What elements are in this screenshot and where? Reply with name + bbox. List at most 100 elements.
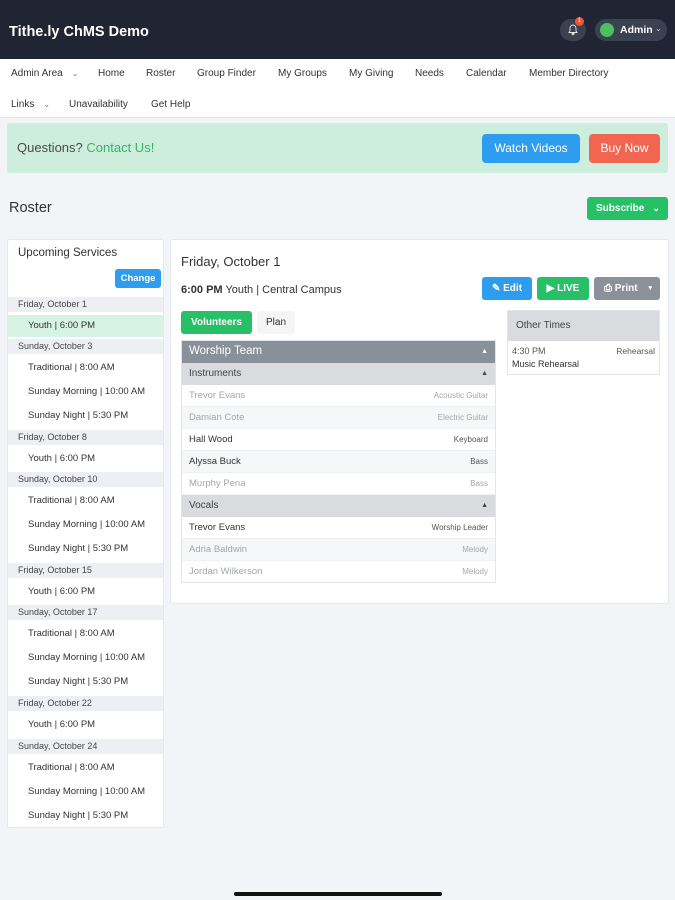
play-icon: ▶: [546, 283, 555, 294]
service-item[interactable]: Youth | 6:00 PM: [8, 714, 163, 736]
service-day-header: Friday, October 8: [8, 430, 163, 445]
caret-up-icon: ▲: [481, 370, 488, 377]
service-date: Friday, October 1: [181, 254, 281, 269]
live-button[interactable]: ▶ LIVE: [537, 277, 589, 300]
subscribe-label: Subscribe: [596, 203, 645, 214]
other-times-title: Other Times: [508, 311, 659, 341]
user-menu-button[interactable]: Admin ⌄: [595, 19, 667, 41]
printer-icon: ⎙: [604, 283, 612, 294]
nav-links[interactable]: Links ⌄: [11, 99, 50, 110]
service-item[interactable]: Sunday Night | 5:30 PM: [8, 671, 163, 693]
volunteer-name: Hall Wood: [189, 434, 233, 445]
service-time: 6:00 PM: [181, 284, 223, 296]
app-title[interactable]: Tithe.ly ChMS Demo: [9, 24, 149, 40]
volunteer-name: Murphy Pena: [189, 478, 246, 489]
service-detail-panel: Friday, October 1 6:00 PM Youth | Centra…: [170, 239, 669, 604]
group-header-vocals[interactable]: Vocals ▲: [181, 495, 496, 517]
watch-videos-button[interactable]: Watch Videos: [482, 134, 580, 163]
nav-calendar[interactable]: Calendar: [466, 68, 507, 79]
volunteer-row[interactable]: Jordan Wilkerson Melody: [181, 561, 496, 583]
caret-down-icon: ▾: [648, 285, 652, 292]
service-day-header: Sunday, October 3: [8, 339, 163, 354]
volunteer-name: Trevor Evans: [189, 390, 246, 401]
nav-my-giving[interactable]: My Giving: [349, 68, 393, 79]
service-item[interactable]: Sunday Morning | 10:00 AM: [8, 381, 163, 403]
volunteer-row[interactable]: Trevor Evans Acoustic Guitar: [181, 385, 496, 407]
nav-label: Admin Area: [11, 68, 63, 79]
group-name: Vocals: [189, 500, 219, 511]
caret-up-icon: ▲: [481, 502, 488, 509]
service-day-header: Sunday, October 24: [8, 739, 163, 754]
chevron-down-icon: ⌄: [43, 100, 51, 109]
services-title: Upcoming Services: [18, 247, 118, 259]
nav-get-help[interactable]: Get Help: [151, 99, 190, 110]
nav-needs[interactable]: Needs: [415, 68, 444, 79]
nav-admin-area[interactable]: Admin Area ⌄: [11, 68, 78, 79]
volunteer-role: Keyboard: [453, 435, 488, 444]
contact-us-link[interactable]: Contact Us!: [86, 140, 154, 155]
nav-group-finder[interactable]: Group Finder: [197, 68, 256, 79]
volunteer-role: Worship Leader: [431, 523, 488, 532]
banner-question: Questions?: [17, 140, 83, 155]
volunteer-row[interactable]: Trevor Evans Worship Leader: [181, 517, 496, 539]
live-label: LIVE: [557, 283, 580, 294]
service-item[interactable]: Sunday Night | 5:30 PM: [8, 805, 163, 827]
volunteer-role: Electric Guitar: [437, 413, 488, 422]
nav-roster[interactable]: Roster: [146, 68, 175, 79]
service-item[interactable]: Youth | 6:00 PM: [8, 315, 163, 337]
service-day-header: Sunday, October 17: [8, 605, 163, 620]
volunteer-row[interactable]: Adria Baldwin Melody: [181, 539, 496, 561]
service-day-header: Friday, October 22: [8, 696, 163, 711]
service-name: Youth | Central Campus: [225, 284, 342, 296]
team-name: Worship Team: [189, 345, 263, 357]
tab-plan[interactable]: Plan: [257, 311, 295, 334]
change-button[interactable]: Change: [115, 269, 161, 288]
volunteer-role: Melody: [462, 567, 488, 576]
service-item[interactable]: Traditional | 8:00 AM: [8, 757, 163, 779]
user-name: Admin: [620, 24, 653, 36]
nav-home[interactable]: Home: [98, 68, 125, 79]
service-item[interactable]: Traditional | 8:00 AM: [8, 357, 163, 379]
caret-up-icon: ▲: [481, 348, 488, 355]
avatar: [600, 23, 614, 37]
notification-badge: 1: [575, 17, 584, 26]
other-times-panel: Other Times 4:30 PM Rehearsal Music Rehe…: [507, 310, 660, 375]
other-time-name: Music Rehearsal: [512, 359, 580, 369]
service-item[interactable]: Traditional | 8:00 AM: [8, 623, 163, 645]
print-button[interactable]: ⎙ Print ▾: [594, 277, 660, 300]
service-item[interactable]: Sunday Morning | 10:00 AM: [8, 514, 163, 536]
group-header-instruments[interactable]: Instruments ▲: [181, 363, 496, 385]
upcoming-services-panel: Upcoming Services Change Friday, October…: [7, 239, 164, 828]
tab-volunteers[interactable]: Volunteers: [181, 311, 252, 334]
service-item[interactable]: Sunday Night | 5:30 PM: [8, 405, 163, 427]
service-item[interactable]: Sunday Morning | 10:00 AM: [8, 647, 163, 669]
chevron-down-icon: ⌄: [71, 69, 79, 78]
subscribe-button[interactable]: Subscribe ⌄: [587, 197, 668, 220]
service-time-line: 6:00 PM Youth | Central Campus: [181, 284, 342, 296]
volunteer-name: Alyssa Buck: [189, 456, 241, 467]
volunteer-name: Jordan Wilkerson: [189, 566, 263, 577]
service-item[interactable]: Youth | 6:00 PM: [8, 448, 163, 470]
volunteer-row[interactable]: Murphy Pena Bass: [181, 473, 496, 495]
team-header[interactable]: Worship Team ▲: [181, 340, 496, 363]
volunteer-row[interactable]: Alyssa Buck Bass: [181, 451, 496, 473]
buy-now-button[interactable]: Buy Now: [589, 134, 660, 163]
volunteer-row[interactable]: Hall Wood Keyboard: [181, 429, 496, 451]
nav-my-groups[interactable]: My Groups: [278, 68, 327, 79]
banner-text: Questions? Contact Us!: [17, 140, 154, 155]
chevron-down-icon: ⌄: [652, 203, 660, 213]
service-item[interactable]: Sunday Morning | 10:00 AM: [8, 781, 163, 803]
group-name: Instruments: [189, 368, 242, 379]
edit-button[interactable]: ✎ Edit: [482, 277, 532, 300]
service-item[interactable]: Traditional | 8:00 AM: [8, 490, 163, 512]
nav-member-directory[interactable]: Member Directory: [529, 68, 608, 79]
help-banner: Questions? Contact Us! Watch Videos Buy …: [7, 123, 668, 173]
top-bar: Tithe.ly ChMS Demo 1 Admin ⌄: [0, 0, 675, 59]
service-day-header: Friday, October 1: [8, 297, 163, 312]
volunteer-row[interactable]: Damian Cote Electric Guitar: [181, 407, 496, 429]
nav-unavailability[interactable]: Unavailability: [69, 99, 128, 110]
service-item[interactable]: Youth | 6:00 PM: [8, 581, 163, 603]
service-item[interactable]: Sunday Night | 5:30 PM: [8, 538, 163, 560]
pencil-icon: ✎: [491, 283, 501, 294]
volunteer-name: Trevor Evans: [189, 522, 246, 533]
